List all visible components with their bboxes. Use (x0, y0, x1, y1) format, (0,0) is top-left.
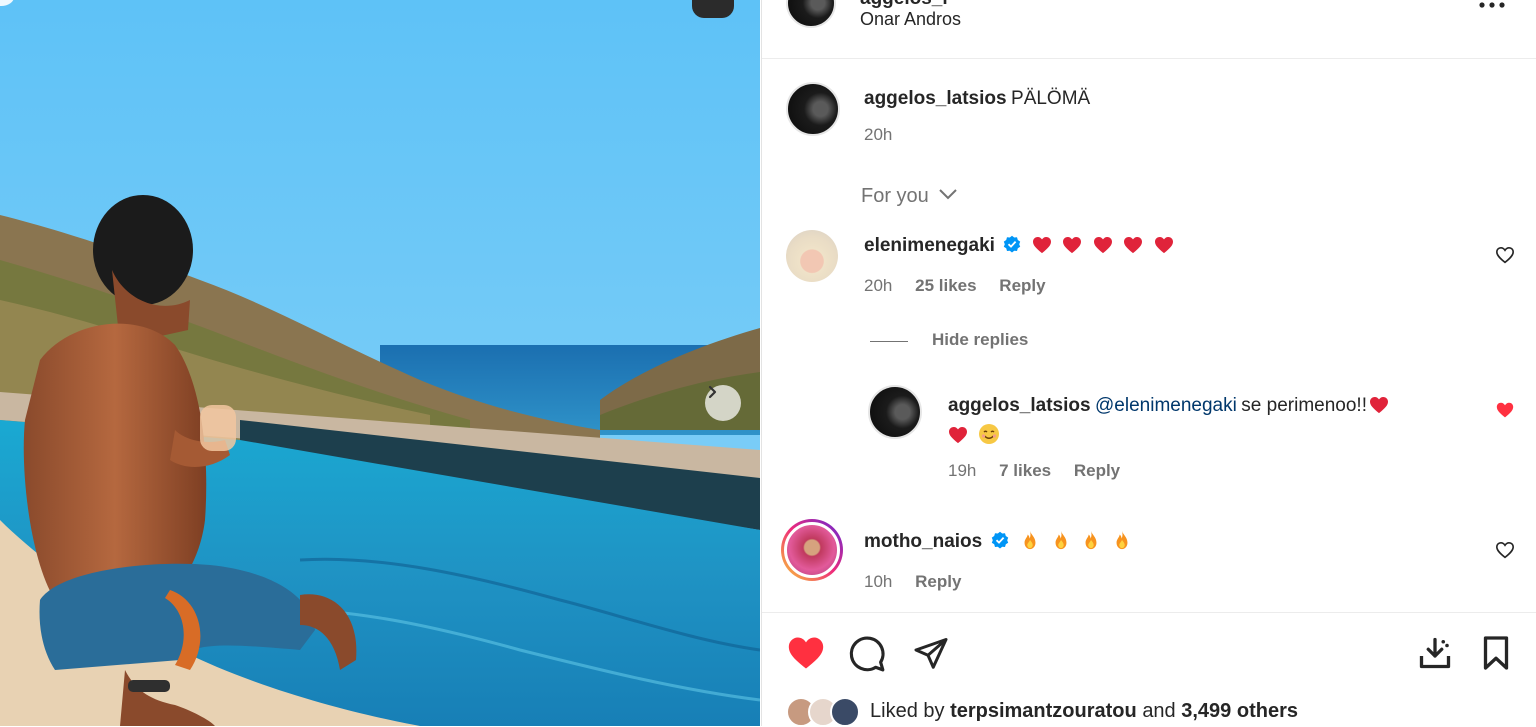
like-comment-heart-icon[interactable] (1495, 246, 1515, 264)
comment-username[interactable]: motho_naios (864, 531, 982, 552)
comment-likes[interactable]: 25 likes (915, 276, 976, 295)
comment-elenimenegaki: elenimenegaki (864, 235, 1174, 257)
liker-avatar (830, 697, 860, 727)
fire-emoji-icon (1055, 530, 1067, 550)
comment-icon[interactable] (848, 635, 886, 673)
reply-likes[interactable]: 7 likes (999, 461, 1051, 480)
heart-emoji-icon (1154, 236, 1173, 254)
bookmark-icon[interactable] (1480, 635, 1512, 671)
fire-emoji-icon (1085, 530, 1097, 550)
more-horizontal-icon[interactable] (1478, 0, 1506, 10)
chevron-down-icon (939, 189, 958, 200)
reply-button[interactable]: Reply (999, 276, 1045, 295)
comment-emoji-fire (1013, 530, 1130, 551)
liked-by-summary: Liked by terpsimantzouratou and 3,499 ot… (870, 700, 1298, 723)
liked-by-others[interactable]: 3,499 others (1181, 700, 1298, 722)
sort-dropdown[interactable]: For you (861, 185, 958, 208)
header-divider (762, 58, 1536, 59)
verified-badge-icon (1004, 235, 1021, 253)
reply-button[interactable]: Reply (915, 572, 961, 591)
heart-emoji-icon (949, 426, 967, 444)
comment-time: 10h (864, 572, 893, 591)
post-photo[interactable] (0, 0, 760, 726)
heart-filled-icon[interactable] (786, 635, 826, 671)
comment-meta: 10h Reply (864, 572, 961, 592)
caption-avatar[interactable] (786, 82, 840, 136)
comments-panel: aggelos_l Onar Andros aggelos_latsios PÄ… (761, 0, 1536, 727)
comment-avatar-elenimenegaki[interactable] (786, 230, 838, 282)
comment-emoji-hearts (1026, 236, 1174, 255)
liked-by-avatars[interactable] (786, 697, 866, 727)
replies-divider (870, 341, 908, 342)
post-location[interactable]: Onar Andros (860, 9, 961, 30)
author-avatar[interactable] (786, 0, 836, 28)
tag-button[interactable] (692, 0, 734, 18)
share-icon[interactable] (912, 635, 950, 671)
fire-emoji-icon (1024, 530, 1036, 550)
footer-divider (762, 612, 1536, 613)
reply-button[interactable]: Reply (1074, 461, 1120, 480)
chevron-right-icon (708, 385, 717, 399)
heart-emoji-icon (1093, 236, 1112, 254)
reply-username[interactable]: aggelos_latsios (948, 395, 1091, 416)
reply-avatar[interactable] (868, 385, 922, 439)
reply-aggelos_latsios: aggelos_latsios @elenimenegaki se perime… (948, 391, 1468, 452)
comment-username[interactable]: elenimenegaki (864, 235, 995, 256)
liked-by-prefix: Liked by (870, 700, 945, 722)
liked-comment-heart-icon[interactable] (1495, 401, 1515, 419)
caption-time: 20h (864, 125, 893, 144)
caption: aggelos_latsios PÄLÖMÄ (864, 88, 1090, 110)
post-image (0, 0, 760, 726)
reply-text: se perimenoo!! (1241, 395, 1367, 416)
comment-avatar-motho_naios[interactable] (781, 519, 843, 581)
reply-meta: 19h 7 likes Reply (948, 461, 1120, 481)
liked-by-and: and (1142, 700, 1176, 722)
comment-time: 20h (864, 276, 893, 295)
reply-mention[interactable]: @elenimenegaki (1095, 395, 1237, 416)
smiling-face-emoji-icon (979, 424, 1000, 444)
comment-meta: 20h 25 likes Reply (864, 276, 1046, 296)
sort-label: For you (861, 185, 929, 207)
reply-time: 19h (948, 461, 977, 480)
heart-emoji-icon (1063, 236, 1082, 254)
fire-emoji-icon (1116, 530, 1127, 550)
hide-replies-button[interactable]: Hide replies (932, 330, 1028, 350)
download-icon[interactable] (1417, 635, 1453, 671)
heart-emoji-icon (1124, 236, 1143, 254)
heart-emoji-icon (1369, 396, 1388, 414)
caption-username[interactable]: aggelos_latsios (864, 88, 1007, 109)
heart-emoji-icon (1032, 236, 1051, 254)
verified-badge-icon (991, 531, 1008, 549)
next-slide-button[interactable] (705, 385, 741, 421)
caption-text: PÄLÖMÄ (1011, 88, 1091, 109)
liked-by-user[interactable]: terpsimantzouratou (950, 700, 1137, 722)
comment-motho_naios: motho_naios (864, 530, 1131, 553)
like-comment-heart-icon[interactable] (1495, 541, 1515, 559)
